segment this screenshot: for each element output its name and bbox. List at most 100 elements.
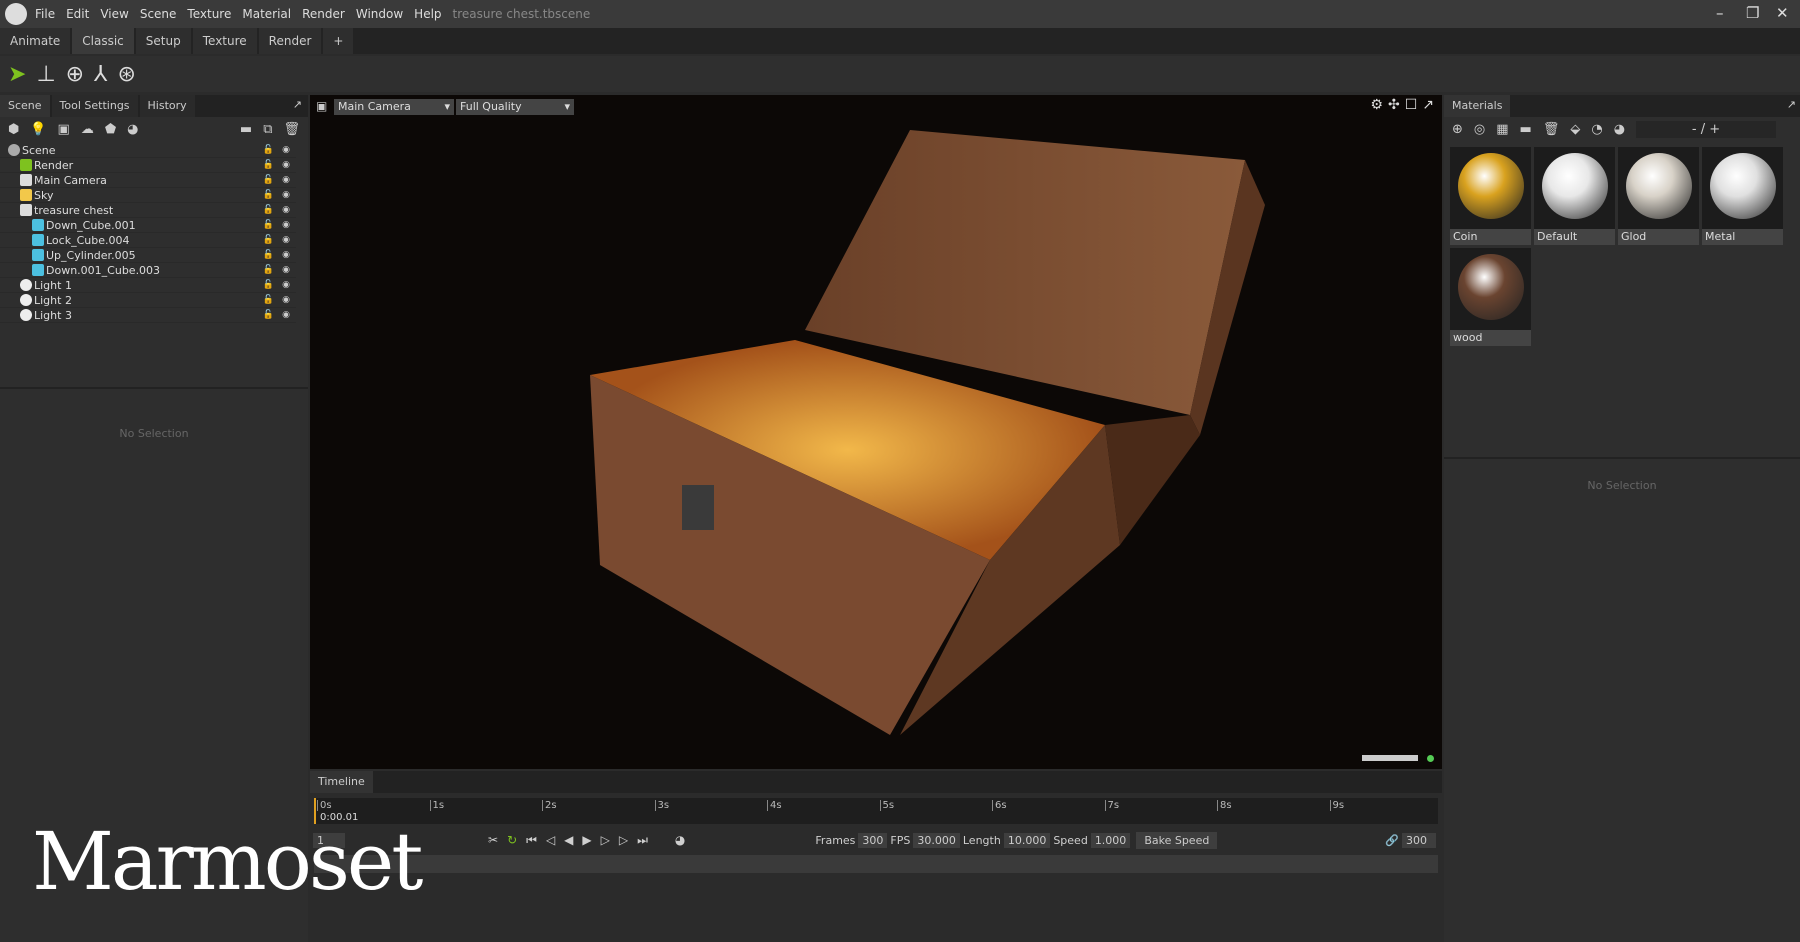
- bake-speed-button[interactable]: Bake Speed: [1136, 831, 1218, 849]
- menu-texture[interactable]: Texture: [187, 7, 231, 21]
- lock-icon[interactable]: 🔓: [263, 220, 274, 230]
- tab-materials[interactable]: Materials: [1444, 95, 1511, 117]
- tree-item[interactable]: Lock_Cube.004 🔓 ◉: [0, 233, 296, 248]
- lock-icon[interactable]: 🔓: [263, 235, 274, 245]
- lock-icon[interactable]: 🔓: [263, 205, 274, 215]
- checker-icon[interactable]: ▦: [1496, 122, 1508, 137]
- viewport[interactable]: ▣ Main Camera ▾ Full Quality ▾ ⚙ ✣ ☐ ↗: [310, 95, 1442, 769]
- menu-edit[interactable]: Edit: [66, 7, 89, 21]
- lock-icon[interactable]: 🔓: [263, 265, 274, 275]
- menu-scene[interactable]: Scene: [140, 7, 177, 21]
- trash-icon[interactable]: 🗑: [1543, 122, 1560, 137]
- visibility-eye-icon[interactable]: ◉: [282, 250, 290, 260]
- next-frame-icon[interactable]: ▷: [601, 833, 610, 848]
- lock-icon[interactable]: 🔓: [263, 250, 274, 260]
- add-shadow-icon[interactable]: ⬟: [105, 122, 116, 137]
- folder-icon[interactable]: ▬: [240, 122, 252, 137]
- first-frame-icon[interactable]: ⏮: [526, 833, 537, 848]
- keyframe-track[interactable]: [314, 855, 1438, 873]
- next-key-icon[interactable]: ▷: [619, 833, 628, 848]
- tree-item[interactable]: Light 1 🔓 ◉: [0, 278, 296, 293]
- visibility-eye-icon[interactable]: ◉: [282, 175, 290, 185]
- prev-key-icon[interactable]: ◁: [546, 833, 555, 848]
- add-light-icon[interactable]: 💡: [30, 122, 46, 137]
- end-frame-field[interactable]: 300: [1402, 832, 1436, 848]
- import-icon[interactable]: ◔: [1591, 122, 1602, 137]
- length-field[interactable]: 10.000: [1003, 832, 1051, 848]
- timeline-ruler[interactable]: 0:00.01 0s 1s 2s 3s 4s 5s 6s 7s 8s 9s: [314, 798, 1438, 824]
- visibility-eye-icon[interactable]: ◉: [282, 280, 290, 290]
- material-metal[interactable]: Metal: [1702, 147, 1783, 245]
- material-wood[interactable]: wood: [1450, 248, 1531, 346]
- add-camera-icon[interactable]: ▣: [58, 122, 70, 137]
- frames-field[interactable]: 300: [858, 832, 888, 848]
- lock-icon[interactable]: 🔓: [263, 175, 274, 185]
- tab-scene[interactable]: Scene: [0, 95, 50, 117]
- visibility-eye-icon[interactable]: ◉: [282, 265, 290, 275]
- tree-item[interactable]: Down.001_Cube.003 🔓 ◉: [0, 263, 296, 278]
- add-mesh-icon[interactable]: ⬢: [8, 122, 19, 137]
- lock-icon[interactable]: 🔓: [263, 160, 274, 170]
- tree-item[interactable]: treasure chest 🔓 ◉: [0, 203, 296, 218]
- tree-item[interactable]: Sky 🔓 ◉: [0, 188, 296, 203]
- prev-frame-icon[interactable]: ◀: [564, 833, 573, 848]
- tree-item[interactable]: Light 3 🔓 ◉: [0, 308, 296, 323]
- add-material-icon[interactable]: ◕: [127, 122, 138, 137]
- tab-timeline[interactable]: Timeline: [310, 771, 373, 793]
- close-button[interactable]: ✕: [1776, 4, 1789, 22]
- tab-render[interactable]: Render: [258, 28, 322, 54]
- pivot-tool-icon[interactable]: ⊛: [118, 62, 136, 87]
- rotate-tool-icon[interactable]: ⊕: [66, 62, 84, 87]
- visibility-eye-icon[interactable]: ◉: [282, 310, 290, 320]
- menu-file[interactable]: File: [35, 7, 55, 21]
- maximize-button[interactable]: ❐: [1746, 4, 1759, 22]
- move-tool-icon[interactable]: ⊥: [36, 62, 55, 87]
- play-icon[interactable]: ▶: [582, 833, 591, 848]
- visibility-eye-icon[interactable]: ◉: [282, 235, 290, 245]
- minimize-button[interactable]: –: [1716, 4, 1724, 22]
- menu-view[interactable]: View: [100, 7, 128, 21]
- tab-setup[interactable]: Setup: [135, 28, 191, 54]
- tab-classic[interactable]: Classic: [72, 28, 134, 54]
- lock-icon[interactable]: 🔓: [263, 295, 274, 305]
- tab-texture[interactable]: Texture: [192, 28, 257, 54]
- material-default[interactable]: Default: [1534, 147, 1615, 245]
- tree-item[interactable]: Main Camera 🔓 ◉: [0, 173, 296, 188]
- zoom-slider[interactable]: - / +: [1636, 120, 1777, 138]
- trash-icon[interactable]: 🗑: [283, 122, 300, 137]
- folder-icon[interactable]: ▬: [1520, 122, 1532, 137]
- speed-field[interactable]: 1.000: [1090, 832, 1131, 848]
- visibility-eye-icon[interactable]: ◉: [282, 205, 290, 215]
- select-tool-icon[interactable]: ➤: [8, 62, 26, 87]
- tree-item[interactable]: Scene 🔓 ◉: [0, 143, 296, 158]
- material-glod[interactable]: Glod: [1618, 147, 1699, 245]
- visibility-eye-icon[interactable]: ◉: [282, 220, 290, 230]
- tree-item[interactable]: Light 2 🔓 ◉: [0, 293, 296, 308]
- lock-icon[interactable]: 🔓: [263, 190, 274, 200]
- tab-add[interactable]: +: [323, 28, 354, 54]
- assign-icon[interactable]: ⬙: [1570, 122, 1580, 137]
- add-sky-icon[interactable]: ☁: [81, 122, 94, 137]
- tree-item[interactable]: Down_Cube.001 🔓 ◉: [0, 218, 296, 233]
- visibility-eye-icon[interactable]: ◉: [282, 145, 290, 155]
- menu-material[interactable]: Material: [242, 7, 291, 21]
- loop-icon[interactable]: ↻: [507, 833, 517, 848]
- fps-field[interactable]: 30.000: [913, 832, 960, 848]
- speed-icon[interactable]: ◕: [675, 833, 685, 848]
- scale-tool-icon[interactable]: ⅄: [94, 62, 107, 87]
- visibility-eye-icon[interactable]: ◉: [282, 190, 290, 200]
- visibility-eye-icon[interactable]: ◉: [282, 295, 290, 305]
- menu-help[interactable]: Help: [414, 7, 441, 21]
- link-icon[interactable]: 🔗: [1385, 834, 1399, 847]
- duplicate-material-icon[interactable]: ◎: [1474, 122, 1485, 137]
- duplicate-icon[interactable]: ⧉: [263, 122, 272, 137]
- tab-animate[interactable]: Animate: [0, 28, 71, 54]
- lock-icon[interactable]: 🔓: [263, 280, 274, 290]
- popout-icon[interactable]: ↗: [287, 95, 308, 117]
- popout-icon[interactable]: ↗: [1783, 95, 1800, 117]
- tab-history[interactable]: History: [139, 95, 195, 117]
- menu-window[interactable]: Window: [356, 7, 403, 21]
- lock-icon[interactable]: 🔓: [263, 145, 274, 155]
- menu-render[interactable]: Render: [302, 7, 345, 21]
- cut-icon[interactable]: ✂: [488, 833, 498, 848]
